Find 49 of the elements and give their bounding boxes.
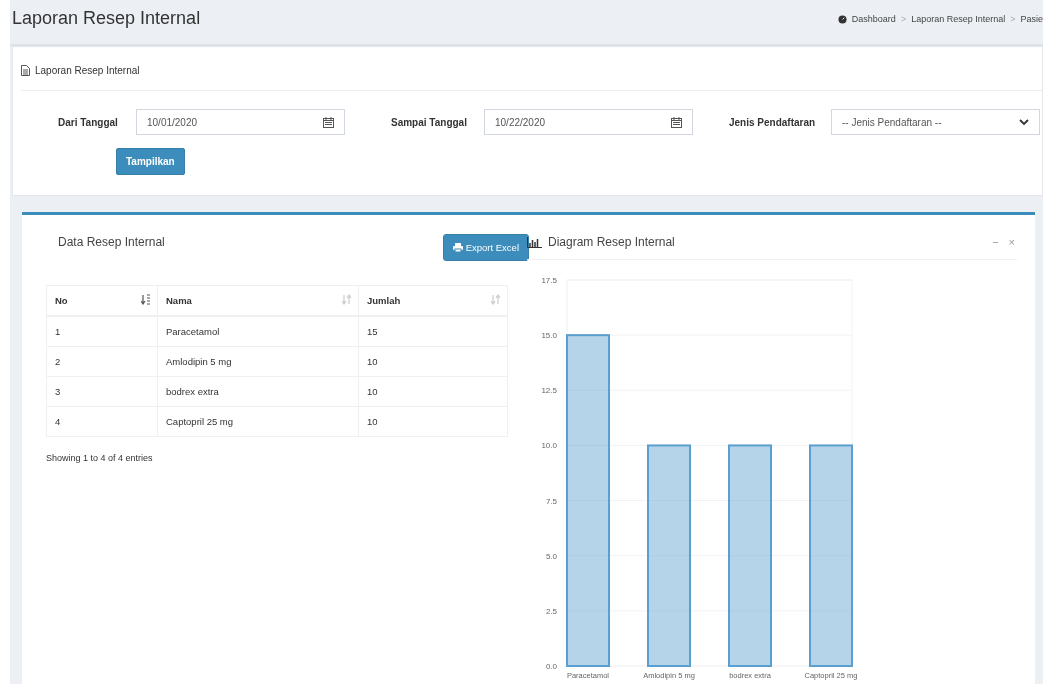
table-cell: 1 <box>46 316 158 347</box>
field-label: Dari Tanggal <box>58 116 119 128</box>
column-header[interactable]: Jumlah <box>358 285 508 316</box>
page-title: Laporan Resep Internal <box>12 8 201 29</box>
field-label: Jenis Pendaftaran <box>729 116 817 128</box>
axis-tick-label: 2.5 <box>545 606 557 616</box>
export-button[interactable]: Export Excel <box>442 234 529 261</box>
table-cell: 10 <box>358 406 508 437</box>
bar-chart-icon <box>527 236 542 248</box>
date-field[interactable]: 10/22/2020 <box>484 109 693 135</box>
sort-icon[interactable] <box>141 294 151 305</box>
axis-tick-label: 5.0 <box>545 551 557 561</box>
panel-title: Data Resep Internal <box>58 235 165 249</box>
table-cell: 2 <box>46 346 158 377</box>
table-cell: 15 <box>358 316 508 347</box>
axis-tick-label: 0.0 <box>545 662 557 671</box>
table-cell: Amlodipin 5 mg <box>157 346 359 377</box>
printer-icon <box>452 243 463 252</box>
axis-tick-label: 15.0 <box>541 331 557 341</box>
table-cell: 4 <box>46 406 158 437</box>
calendar-icon[interactable] <box>671 116 682 128</box>
table-cell: bodrex extra <box>157 376 359 407</box>
table-cell: Captopril 25 mg <box>157 406 359 437</box>
axis-tick-label: 17.5 <box>541 276 557 285</box>
panel-title: Diagram Resep Internal <box>548 235 675 249</box>
column-header[interactable]: Nama <box>157 285 359 316</box>
select-field[interactable]: -- Jenis Pendaftaran -- <box>831 109 1040 135</box>
breadcrumb-link[interactable]: Laporan Resep Internal <box>911 14 1006 24</box>
breadcrumb-link[interactable]: Pasie <box>1020 14 1043 24</box>
column-header[interactable]: No <box>46 285 158 316</box>
breadcrumb-link[interactable]: Dashboard <box>851 14 896 24</box>
chevron-down-icon[interactable] <box>1019 118 1029 126</box>
show-button[interactable]: Tampilkan <box>116 148 185 175</box>
table-cell: 3 <box>46 376 158 407</box>
field-label: Sampai Tanggal <box>391 116 468 128</box>
table-info: Showing 1 to 4 of 4 entries <box>46 453 154 463</box>
breadcrumb-separator: > <box>900 14 907 24</box>
calendar-icon[interactable] <box>323 116 334 128</box>
axis-tick-label: 7.5 <box>545 496 557 506</box>
axis-tick-label: 12.5 <box>541 386 557 396</box>
box-title: Laporan Resep Internal <box>35 65 140 76</box>
breadcrumb-separator: > <box>1010 14 1016 24</box>
axis-tick-label: 10.0 <box>541 441 557 451</box>
date-field[interactable]: 10/01/2020 <box>136 109 345 135</box>
dashboard-icon <box>837 14 847 24</box>
document-icon <box>21 65 30 76</box>
table-cell: 10 <box>358 376 508 407</box>
table-cell: 10 <box>358 346 508 377</box>
table-cell: Paracetamol <box>157 316 359 347</box>
